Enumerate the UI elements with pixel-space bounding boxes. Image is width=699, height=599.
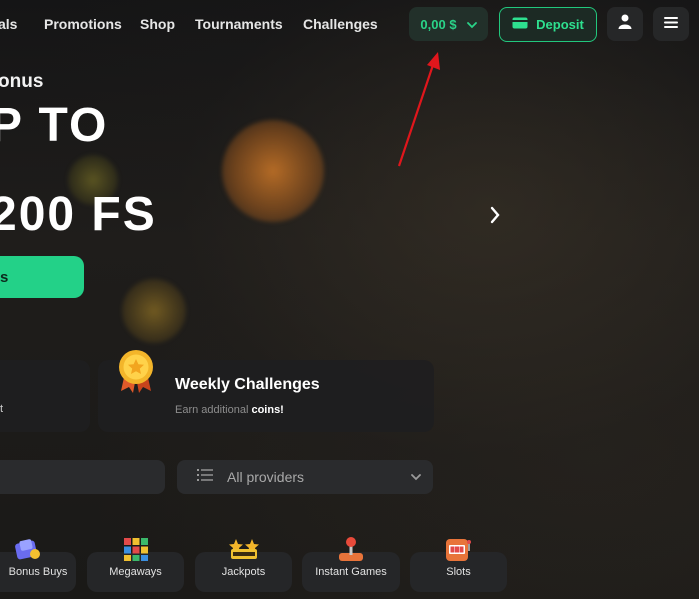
providers-label: All providers [227,469,305,485]
balance-dropdown[interactable]: 0,00 $ [409,7,488,41]
nav-item-challenges[interactable]: Challenges [303,16,378,32]
category-label: Bonus Buys [8,566,68,578]
weekly-challenges-title: Weekly Challenges [175,376,320,393]
nav-item-promotions[interactable]: Promotions [44,16,122,32]
wallet-icon [512,17,528,32]
bokeh-light [122,279,186,343]
background-scene [0,0,699,599]
carousel-next-button[interactable] [488,204,508,228]
chevron-right-icon [488,206,502,230]
chevron-down-icon [411,468,421,486]
medal-icon [115,347,157,400]
deposit-button[interactable]: Deposit [499,7,597,42]
providers-dropdown[interactable]: All providers [177,460,433,494]
weekly-challenges-subtitle: Earn additional coins! [175,404,284,416]
nav-item-tournaments[interactable]: Tournaments [195,16,283,32]
hero-headline-line1: P TO [0,99,109,152]
chevron-down-icon [466,17,477,32]
megaways-icon [122,536,150,567]
hero-subtitle: onus [0,71,44,92]
bokeh-light [222,120,324,222]
joystick-icon [337,535,365,568]
nav-item-shop[interactable]: Shop [140,16,175,32]
promo-card-left[interactable]: t [0,360,90,432]
promo-card-left-text: t [0,403,4,415]
subtitle-highlight: coins! [251,404,284,416]
bonus-buys-icon [14,536,42,567]
deposit-label: Deposit [536,17,584,32]
hero-cta-label: s [0,268,9,286]
top-navigation: als Promotions Shop Tournaments Challeng… [0,0,699,50]
game-search-input[interactable] [0,460,165,494]
nav-item-cut[interactable]: als [0,16,17,32]
hero-cta-button[interactable]: s [0,256,84,298]
user-icon [618,14,632,34]
balance-amount: 0,00 $ [420,16,457,32]
hero-headline-line2: 200 FS [0,188,157,241]
menu-button[interactable] [653,7,689,41]
jackpot-icon [229,535,259,568]
slot-machine-icon [444,535,472,568]
category-label: Megaways [109,566,162,578]
list-icon [197,468,213,486]
profile-button[interactable] [607,7,643,41]
hamburger-menu-icon [664,15,678,33]
subtitle-prefix: Earn additional [175,404,252,416]
